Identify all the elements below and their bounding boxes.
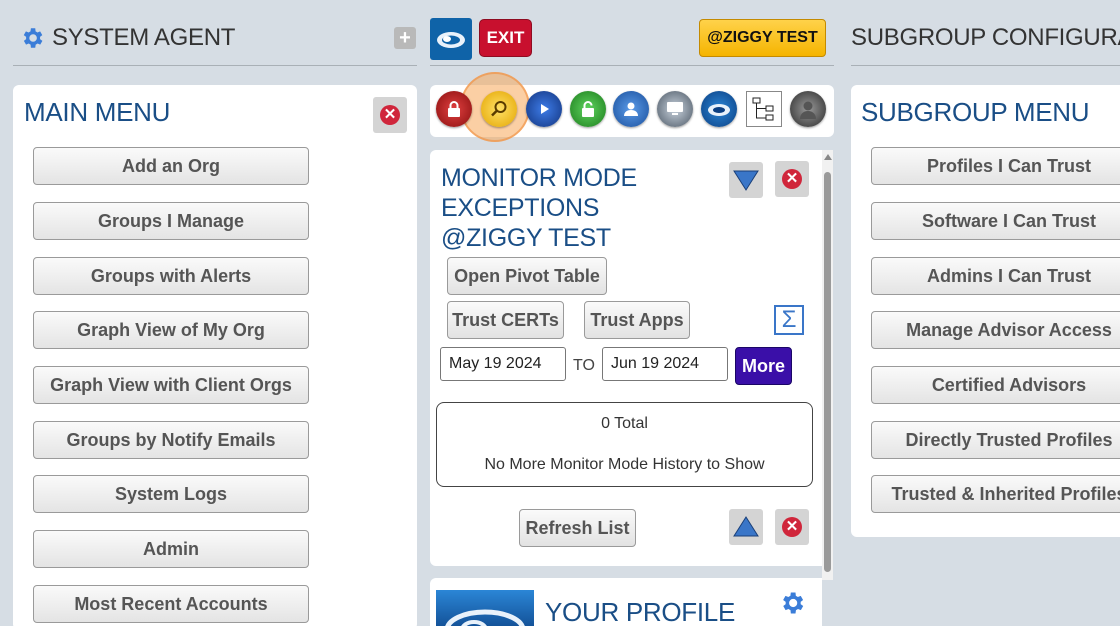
add-icon[interactable]: + bbox=[394, 27, 416, 49]
cloud-icon[interactable] bbox=[701, 91, 737, 127]
search-icon[interactable] bbox=[481, 91, 517, 127]
settings-gear-icon[interactable] bbox=[778, 589, 806, 617]
refresh-list-button[interactable]: Refresh List bbox=[519, 509, 636, 547]
results-box: 0 Total No More Monitor Mode History to … bbox=[436, 402, 813, 487]
play-icon[interactable] bbox=[526, 91, 562, 127]
empty-history-message: No More Monitor Mode History to Show bbox=[484, 456, 765, 473]
filter-button[interactable] bbox=[729, 162, 763, 198]
open-pivot-table-button[interactable]: Open Pivot Table bbox=[447, 257, 607, 295]
your-profile-panel: YOUR PROFILE bbox=[430, 578, 822, 626]
monitor-close-bottom-button[interactable]: ✕ bbox=[775, 509, 809, 545]
monitor-title-line: EXCEPTIONS bbox=[441, 194, 600, 222]
menu-item-groups-with-alerts[interactable]: Groups with Alerts bbox=[33, 257, 309, 295]
monitor-icon[interactable] bbox=[657, 91, 693, 127]
to-label: TO bbox=[573, 357, 595, 374]
subgroup-config-title: SUBGROUP CONFIGURATIO bbox=[851, 24, 1120, 51]
subgroup-item-trusted-inherited-profiles[interactable]: Trusted & Inherited Profiles bbox=[871, 475, 1120, 513]
subgroup-menu-panel: SUBGROUP MENU Profiles I Can Trust Softw… bbox=[851, 85, 1120, 537]
subgroup-item-directly-trusted-profiles[interactable]: Directly Trusted Profiles bbox=[871, 421, 1120, 459]
profile-logo-icon bbox=[436, 590, 534, 626]
app-logo-icon[interactable] bbox=[430, 18, 472, 60]
menu-item-groups-i-manage[interactable]: Groups I Manage bbox=[33, 202, 309, 240]
monitor-close-button[interactable]: ✕ bbox=[775, 161, 809, 197]
menu-item-graph-view-my-org[interactable]: Graph View of My Org bbox=[33, 311, 309, 349]
system-agent-title: SYSTEM AGENT bbox=[52, 24, 236, 51]
scrollbar-thumb[interactable] bbox=[824, 172, 831, 572]
triangle-up-icon bbox=[733, 516, 759, 537]
date-from-input[interactable]: May 19 2024 bbox=[440, 347, 566, 381]
menu-item-admin[interactable]: Admin bbox=[33, 530, 309, 568]
monitor-title-line: MONITOR MODE bbox=[441, 164, 637, 192]
scroll-up-arrow[interactable] bbox=[824, 154, 832, 160]
right-header-divider bbox=[851, 65, 1120, 66]
collapse-button[interactable] bbox=[729, 509, 763, 545]
monitor-mode-title: MONITOR MODE EXCEPTIONS @ZIGGY TEST bbox=[441, 163, 637, 253]
subgroup-menu-title: SUBGROUP MENU bbox=[861, 97, 1090, 127]
user-avatar-icon[interactable] bbox=[790, 91, 826, 127]
your-profile-title: YOUR PROFILE bbox=[545, 597, 735, 626]
subgroup-item-manage-advisor-access[interactable]: Manage Advisor Access bbox=[871, 311, 1120, 349]
menu-item-graph-view-client-orgs[interactable]: Graph View with Client Orgs bbox=[33, 366, 309, 404]
filter-down-icon bbox=[733, 170, 759, 191]
gear-icon[interactable] bbox=[19, 25, 45, 51]
subgroup-item-profiles-i-can-trust[interactable]: Profiles I Can Trust bbox=[871, 147, 1120, 185]
close-icon: ✕ bbox=[782, 517, 802, 537]
more-button[interactable]: More bbox=[735, 347, 792, 385]
monitor-title-line: @ZIGGY TEST bbox=[441, 224, 611, 252]
subgroup-item-certified-advisors[interactable]: Certified Advisors bbox=[871, 366, 1120, 404]
close-icon: ✕ bbox=[782, 169, 802, 189]
org-badge-button[interactable]: @ZIGGY TEST bbox=[699, 19, 826, 57]
total-count: 0 Total bbox=[601, 415, 648, 432]
close-icon: ✕ bbox=[380, 105, 400, 125]
sigma-icon[interactable]: Σ bbox=[774, 305, 804, 335]
menu-item-groups-by-notify-emails[interactable]: Groups by Notify Emails bbox=[33, 421, 309, 459]
main-menu-title: MAIN MENU bbox=[24, 97, 171, 127]
lock-red-icon[interactable] bbox=[436, 91, 472, 127]
menu-item-system-logs[interactable]: System Logs bbox=[33, 475, 309, 513]
lock-green-icon[interactable] bbox=[570, 91, 606, 127]
center-header-divider bbox=[430, 65, 834, 66]
org-chart-icon[interactable] bbox=[746, 91, 782, 127]
left-header-divider bbox=[13, 65, 417, 66]
subgroup-item-admins-i-can-trust[interactable]: Admins I Can Trust bbox=[871, 257, 1120, 295]
menu-item-add-org[interactable]: Add an Org bbox=[33, 147, 309, 185]
main-menu-close-button[interactable]: ✕ bbox=[373, 97, 407, 133]
main-menu-panel: MAIN MENU ✕ Add an Org Groups I Manage G… bbox=[13, 85, 417, 626]
scrollbar[interactable] bbox=[822, 150, 833, 580]
date-to-input[interactable]: Jun 19 2024 bbox=[602, 347, 728, 381]
menu-item-most-recent-accounts[interactable]: Most Recent Accounts bbox=[33, 585, 309, 623]
exit-button[interactable]: EXIT bbox=[479, 19, 532, 57]
trust-apps-button[interactable]: Trust Apps bbox=[584, 301, 690, 339]
trust-certs-button[interactable]: Trust CERTs bbox=[447, 301, 564, 339]
users-icon[interactable] bbox=[613, 91, 649, 127]
subgroup-item-software-i-can-trust[interactable]: Software I Can Trust bbox=[871, 202, 1120, 240]
monitor-mode-panel: MONITOR MODE EXCEPTIONS @ZIGGY TEST ✕ Op… bbox=[430, 150, 822, 566]
